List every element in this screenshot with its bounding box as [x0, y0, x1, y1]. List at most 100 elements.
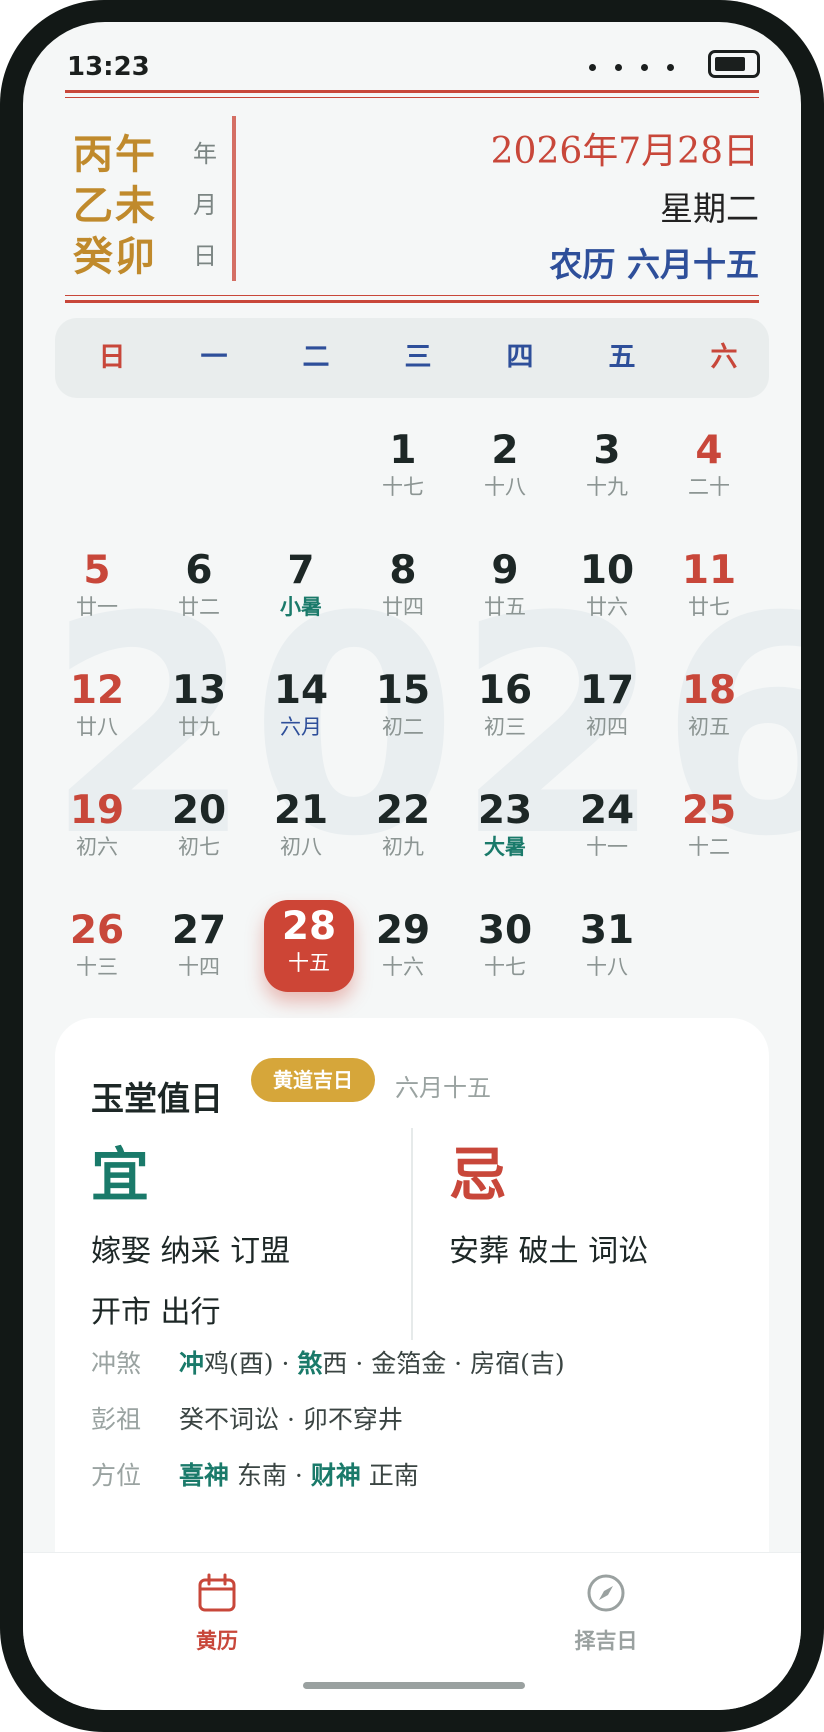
day-lunar: 廿四: [382, 595, 424, 619]
day-lunar: 十六: [382, 955, 424, 979]
day-number: 7: [287, 548, 315, 593]
day-number: 22: [375, 788, 431, 833]
day-cell[interactable]: 18 初五: [664, 664, 754, 756]
ganzhi-day-chars: 癸卯: [73, 233, 157, 280]
day-lunar: 廿八: [76, 715, 118, 739]
weekday-wed: 三: [404, 342, 432, 373]
day-number: 12: [69, 668, 125, 713]
pengzu-label: 彭祖: [91, 1405, 142, 1434]
day-lunar: 廿一: [76, 595, 118, 619]
day-cell[interactable]: 20 初七: [154, 784, 244, 876]
day-lunar: 十八: [484, 475, 526, 499]
day-number: 16: [477, 668, 533, 713]
solar-term-label: 小暑: [280, 595, 322, 619]
weekday-thu: 四: [506, 342, 534, 373]
day-lunar: 十九: [586, 475, 628, 499]
day-cell[interactable]: 2 十八: [460, 424, 550, 516]
day-number: 31: [579, 908, 635, 953]
card-lunar-date: 六月十五: [395, 1074, 491, 1102]
day-lunar: 廿二: [178, 595, 220, 619]
calendar-icon: [198, 1573, 236, 1612]
ji-heading: 忌: [449, 1141, 508, 1209]
weekday-header: 日 一 二 三 四 五 六: [55, 318, 769, 398]
day-cell[interactable]: 4 二十: [664, 424, 754, 516]
tab-almanac[interactable]: 黄历: [157, 1573, 277, 1655]
day-cell[interactable]: 30 十七: [460, 904, 550, 996]
tab-almanac-label: 黄历: [196, 1629, 238, 1653]
fangwei-row: 方位 喜神 东南 · 财神 正南: [91, 1456, 419, 1496]
day-lunar: 十七: [382, 475, 424, 499]
day-cell[interactable]: 22 初九: [358, 784, 448, 876]
day-cell[interactable]: 7 小暑: [256, 544, 346, 636]
day-cell[interactable]: 12 廿八: [52, 664, 142, 756]
yi-list: 嫁娶 纳采 订盟 开市 出行: [91, 1226, 391, 1348]
tab-auspicious-date[interactable]: 择吉日: [546, 1573, 666, 1655]
weekday-mon: 一: [200, 342, 228, 373]
day-cell[interactable]: 11 廿七: [664, 544, 754, 636]
day-cell[interactable]: 9 廿五: [460, 544, 550, 636]
ganzhi-month-chars: 乙未: [73, 182, 157, 229]
day-lunar: 二十: [688, 475, 730, 499]
day-cell[interactable]: 26 十三: [52, 904, 142, 996]
day-lunar: 十四: [178, 955, 220, 979]
weekday-label: 星期二: [660, 189, 759, 228]
yi-item: 嫁娶 纳采 订盟: [91, 1234, 291, 1269]
day-cell[interactable]: 13 廿九: [154, 664, 244, 756]
day-lunar: 初四: [586, 715, 628, 739]
day-cell[interactable]: 17 初四: [562, 664, 652, 756]
weekday-tue: 二: [302, 342, 330, 373]
chong-keyword: 冲: [179, 1349, 205, 1378]
ganzhi-year-chars: 丙午: [73, 131, 157, 178]
ganzhi-day-unit: 日: [193, 242, 217, 270]
almanac-card: 玉堂值日 黄道吉日 六月十五 宜 忌 嫁娶 纳采 订盟 开市 出行 安葬 破土 …: [55, 1018, 769, 1618]
ganzhi-year-unit: 年: [193, 140, 217, 168]
day-cell[interactable]: 27 十四: [154, 904, 244, 996]
ganzhi-day: 癸卯 日: [73, 224, 217, 280]
day-cell[interactable]: 19 初六: [52, 784, 142, 876]
battery-icon: [708, 50, 760, 78]
day-cell[interactable]: 21 初八: [256, 784, 346, 876]
day-cell[interactable]: 25 十二: [664, 784, 754, 876]
ji-list: 安葬 破土 词讼: [449, 1226, 749, 1270]
pengzu-row: 彭祖 癸不词讼 · 卯不穿井: [91, 1400, 403, 1440]
home-indicator[interactable]: [303, 1682, 525, 1689]
selected-day-cell[interactable]: 28 十五: [264, 900, 354, 992]
status-time: 13:23: [67, 52, 150, 82]
day-cell[interactable]: 6 廿二: [154, 544, 244, 636]
day-number: 14: [273, 668, 329, 713]
day-cell[interactable]: 8 廿四: [358, 544, 448, 636]
day-lunar: 初八: [280, 835, 322, 859]
day-lunar: 廿六: [586, 595, 628, 619]
day-number: 27: [171, 908, 227, 953]
ganzhi-month: 乙未 月: [73, 173, 217, 229]
day-cell[interactable]: 3 十九: [562, 424, 652, 516]
day-number: 24: [579, 788, 635, 833]
header-rule-bottom: [65, 300, 759, 303]
day-lunar: 十七: [484, 955, 526, 979]
day-number: 29: [375, 908, 431, 953]
day-lunar: 十八: [586, 955, 628, 979]
day-cell[interactable]: 16 初三: [460, 664, 550, 756]
pengzu-text: 癸不词讼 · 卯不穿井: [179, 1405, 403, 1434]
day-number: 30: [477, 908, 533, 953]
lunar-month-label: 六月: [280, 715, 322, 739]
day-cell[interactable]: 23 大暑: [460, 784, 550, 876]
day-cell[interactable]: 24 十一: [562, 784, 652, 876]
day-cell[interactable]: 14 六月: [256, 664, 346, 756]
day-cell[interactable]: 5 廿一: [52, 544, 142, 636]
day-lunar: 十三: [76, 955, 118, 979]
day-cell[interactable]: 31 十八: [562, 904, 652, 996]
day-number: 4: [695, 428, 723, 473]
card-divider: [411, 1128, 413, 1340]
header-rule-top: [65, 90, 759, 93]
xishen-text: 东南 ·: [229, 1461, 311, 1490]
day-number: 1: [389, 428, 417, 473]
day-lunar: 初七: [178, 835, 220, 859]
day-cell[interactable]: 10 廿六: [562, 544, 652, 636]
day-cell[interactable]: 1 十七: [358, 424, 448, 516]
day-cell[interactable]: 15 初二: [358, 664, 448, 756]
day-number: 21: [273, 788, 329, 833]
sha-text: 西 · 金箔金 · 房宿(吉): [322, 1349, 565, 1378]
day-cell[interactable]: 29 十六: [358, 904, 448, 996]
day-number: 6: [185, 548, 213, 593]
